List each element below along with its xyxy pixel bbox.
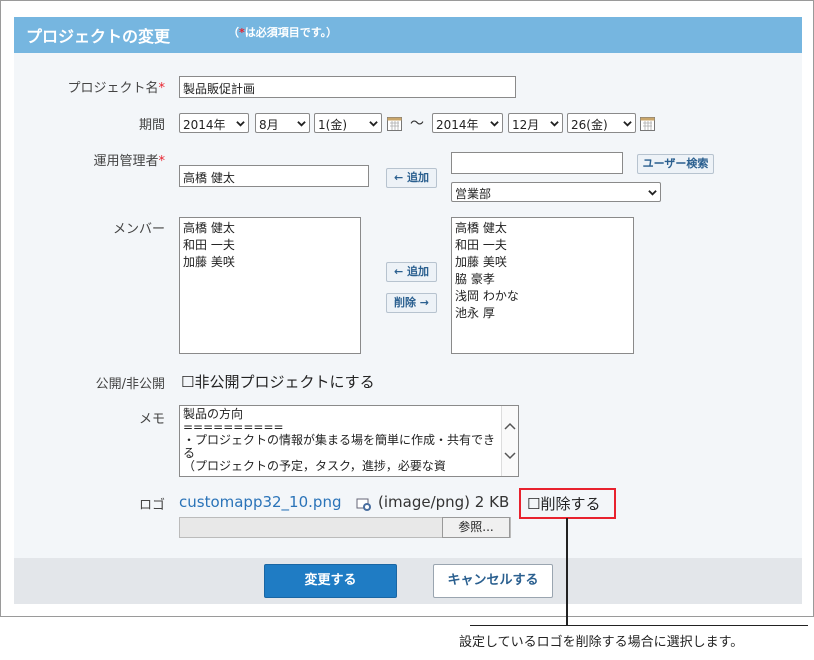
chevron-down-icon[interactable] bbox=[504, 450, 516, 460]
manager-add-button[interactable]: ← 追加 bbox=[386, 168, 437, 188]
chevron-up-icon[interactable] bbox=[504, 422, 516, 432]
member-remove-button[interactable]: 削除 → bbox=[386, 293, 437, 313]
start-month-select[interactable]: 8月 bbox=[255, 113, 310, 133]
chevron-down-icon bbox=[648, 190, 657, 196]
manager-list[interactable]: 高橋 健太 bbox=[179, 165, 369, 187]
dialog-frame: プロジェクトの変更 （*は必須項目です。） プロジェクト名* 製品販促計画 期間… bbox=[0, 0, 814, 617]
list-item[interactable]: 和田 一夫 bbox=[183, 237, 357, 254]
submit-button[interactable]: 変更する bbox=[264, 564, 397, 598]
period-separator: 〜 bbox=[410, 116, 424, 132]
list-item[interactable]: 和田 一夫 bbox=[455, 237, 630, 254]
end-month-select[interactable]: 12月 bbox=[508, 113, 563, 133]
user-search-button[interactable]: ユーザー検索 bbox=[637, 154, 714, 174]
end-day-select[interactable]: 26(金) bbox=[567, 113, 636, 133]
calendar-icon[interactable] bbox=[640, 116, 655, 131]
form-footer bbox=[14, 558, 802, 604]
browse-button[interactable]: 参照... bbox=[442, 517, 510, 538]
list-item[interactable]: 高橋 健太 bbox=[455, 220, 630, 237]
start-year-select[interactable]: 2014年 bbox=[179, 113, 249, 133]
image-file-icon bbox=[356, 498, 371, 511]
member-add-button[interactable]: ← 追加 bbox=[386, 262, 437, 282]
cancel-button[interactable]: キャンセルする bbox=[433, 564, 553, 598]
callout-line bbox=[566, 518, 568, 626]
calendar-icon[interactable] bbox=[387, 116, 402, 131]
list-item[interactable]: 加藤 美咲 bbox=[183, 254, 357, 271]
checkbox-icon[interactable]: ☐ bbox=[181, 373, 194, 391]
page-title: プロジェクトの変更 bbox=[26, 27, 171, 46]
end-year-select[interactable]: 2014年 bbox=[432, 113, 503, 133]
chevron-down-icon bbox=[236, 121, 245, 127]
project-name-label: プロジェクト名* bbox=[67, 81, 165, 96]
chevron-down-icon bbox=[297, 121, 306, 127]
list-item[interactable]: 加藤 美咲 bbox=[455, 254, 630, 271]
logo-label: ロゴ bbox=[138, 498, 165, 513]
period-label: 期間 bbox=[138, 118, 165, 133]
list-item[interactable]: 高橋 健太 bbox=[183, 220, 357, 237]
logo-file-link[interactable]: customapp32_10.png bbox=[179, 493, 341, 511]
manager-label: 運用管理者* bbox=[93, 154, 165, 169]
list-item[interactable]: 脇 豪孝 bbox=[455, 271, 630, 288]
chevron-down-icon bbox=[490, 121, 499, 127]
chevron-down-icon bbox=[369, 121, 378, 127]
callout-text: 設定しているロゴを削除する場合に選択します。 bbox=[459, 635, 744, 650]
memo-textarea[interactable]: 製品の方向 ========== ・プロジェクトの情報が集まる場を簡単に作成・共… bbox=[179, 405, 519, 477]
private-project-checkbox[interactable]: ☐非公開プロジェクトにする bbox=[181, 371, 375, 392]
callout-underline bbox=[470, 625, 808, 626]
user-search-input[interactable] bbox=[451, 152, 623, 174]
current-members-list[interactable]: 高橋 健太 和田 一夫 加藤 美咲 bbox=[179, 217, 361, 354]
dialog-header: プロジェクトの変更 （*は必須項目です。） bbox=[14, 17, 802, 53]
start-day-select[interactable]: 1(金) bbox=[314, 113, 382, 133]
candidate-users-list[interactable]: 高橋 健太 和田 一夫 加藤 美咲 脇 豪孝 浅岡 わかな 池永 厚 bbox=[451, 217, 634, 354]
delete-highlight-box bbox=[519, 488, 616, 519]
list-item[interactable]: 浅岡 わかな bbox=[455, 288, 630, 305]
list-item[interactable]: 池永 厚 bbox=[455, 305, 630, 322]
visibility-label: 公開/非公開 bbox=[95, 377, 165, 392]
logo-file-input[interactable]: 参照... bbox=[179, 517, 511, 538]
memo-scrollbar[interactable] bbox=[501, 406, 518, 476]
logo-file-info: (image/png) 2 KB bbox=[378, 493, 510, 511]
project-name-input[interactable]: 製品販促計画 bbox=[179, 76, 516, 98]
chevron-down-icon bbox=[623, 121, 632, 127]
required-note: （*は必須項目です。） bbox=[228, 26, 338, 39]
memo-label: メモ bbox=[138, 412, 165, 427]
members-label: メンバー bbox=[112, 222, 165, 237]
chevron-down-icon bbox=[550, 121, 559, 127]
department-select[interactable]: 営業部 bbox=[451, 182, 661, 202]
